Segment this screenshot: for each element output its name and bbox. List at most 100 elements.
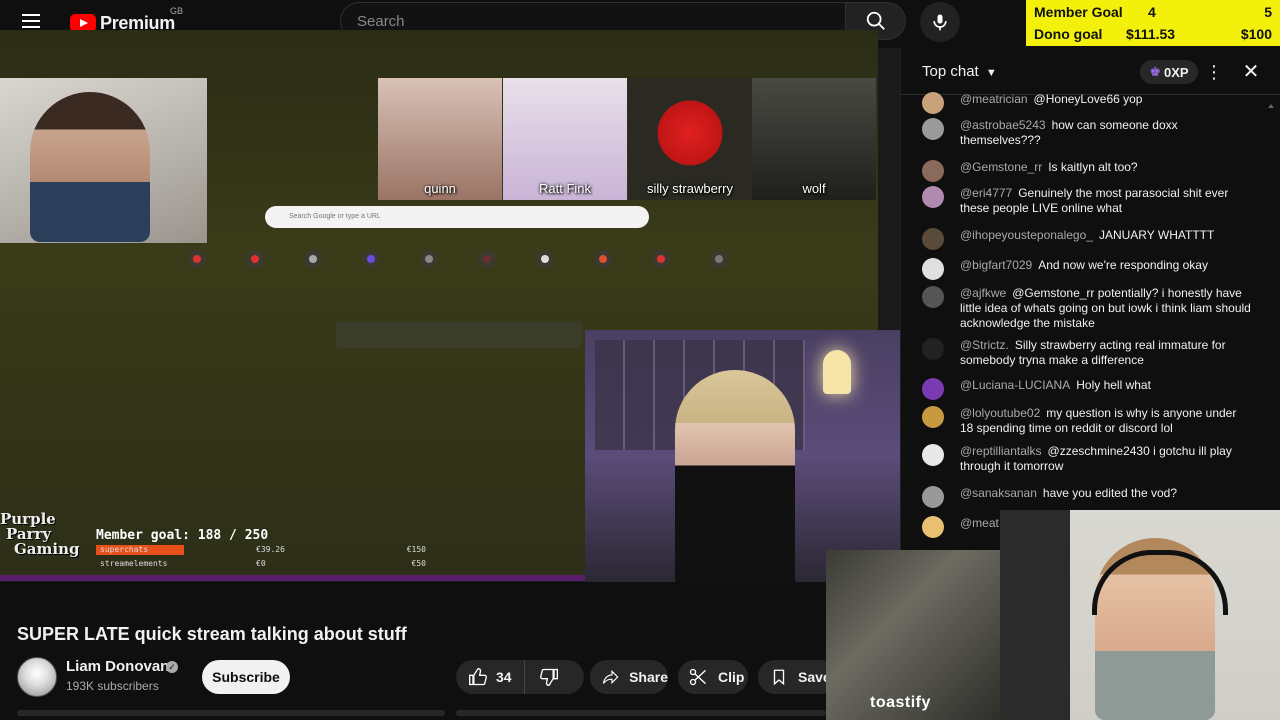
hamburger-line [22, 26, 40, 28]
chat-message-body: @ajfkwe @Gemstone_rr potentially? i hones… [960, 286, 1252, 331]
chat-username[interactable]: @lolyoutube02 [960, 406, 1040, 420]
chat-avatar[interactable] [922, 516, 944, 538]
scroll-up-icon[interactable] [1268, 96, 1274, 108]
avatar-name: silly strawberry [647, 181, 733, 196]
chat-avatar[interactable] [922, 378, 944, 400]
add-shortcut-icon [710, 250, 728, 268]
like-button[interactable]: 34 [456, 660, 525, 694]
chat-username[interactable]: @ajfkwe [960, 286, 1006, 300]
chat-avatar[interactable] [922, 406, 944, 428]
shortcut-icon [246, 250, 264, 268]
chat-message-body: @Luciana-LUCIANA Holy hell what [960, 378, 1252, 393]
stream-bottom-strip [0, 575, 585, 581]
xp-value: 0XP [1164, 64, 1189, 80]
chat-avatar[interactable] [922, 186, 944, 208]
search-icon [866, 11, 885, 30]
chat-mode-label: Top chat [922, 63, 979, 80]
search-input[interactable] [355, 11, 845, 31]
avatar-name: wolf [802, 181, 826, 196]
like-count: 34 [496, 669, 512, 685]
mic-icon [933, 14, 947, 31]
share-button[interactable]: Share [590, 660, 668, 694]
dislike-button[interactable] [525, 660, 573, 694]
thumbs-down-icon [539, 668, 558, 687]
clip-button[interactable]: Clip [678, 660, 748, 694]
chat-avatar[interactable] [922, 118, 944, 140]
chat-message-body: @Gemstone_rr Is kaitlyn alt too? [960, 160, 1252, 175]
webcam-right [585, 330, 900, 582]
avatar-name: quinn [424, 181, 456, 196]
avatar-card: silly strawberry [628, 78, 752, 200]
chat-username[interactable]: @eri4777 [960, 186, 1012, 200]
browser-notice [336, 322, 582, 348]
chat-avatar[interactable] [922, 228, 944, 250]
stream-brand-logo: Purple Parry Gaming [0, 512, 96, 576]
chat-message-body: @astrobae5243 how can someone doxx themse… [960, 118, 1252, 148]
chat-message-body: @reptilliantalks @zzeschmine2430 i gotchu… [960, 444, 1252, 474]
shortcut-icon [652, 250, 670, 268]
chat-avatar[interactable] [922, 486, 944, 508]
chat-text: Holy hell what [1076, 378, 1151, 392]
thumbs-up-icon [469, 667, 488, 686]
chat-username[interactable]: @Strictz. [960, 338, 1009, 352]
chat-avatar[interactable] [922, 286, 944, 308]
chat-message-body: @meatrician @HoneyLove66 yop [960, 92, 1252, 107]
chat-message-body: @sanaksanan have you edited the vod? [960, 486, 1252, 501]
facecam-overlay [1000, 510, 1280, 720]
browser-search-bar: Search Google or type a URL [265, 206, 649, 228]
shortcut-icon [188, 250, 206, 268]
subscriber-count: 193K subscribers [66, 679, 159, 693]
goal-row-target: €150 [406, 545, 426, 554]
goal-row-target: €50 [411, 559, 426, 568]
chat-username[interactable]: @astrobae5243 [960, 118, 1046, 132]
more-options-icon[interactable]: ⋮ [1205, 60, 1223, 84]
goal-row: superchats €39.26 €150 [96, 545, 432, 555]
chat-username[interactable]: @ihopeyousteponalego_ [960, 228, 1093, 242]
chat-avatar[interactable] [922, 92, 944, 114]
shortcut-icon [304, 250, 322, 268]
description-placeholder [456, 710, 826, 716]
share-icon [602, 669, 619, 685]
chat-username[interactable]: @reptilliantalks [960, 444, 1042, 458]
chat-message-body: @lolyoutube02 my question is why is anyon… [960, 406, 1252, 436]
chat-mode-dropdown[interactable]: Top chat ▼ [922, 63, 997, 80]
voice-search-button[interactable] [920, 2, 960, 42]
goal-row-label: streamelements [100, 559, 168, 568]
chat-username[interactable]: @bigfart7029 [960, 258, 1032, 272]
chat-avatar[interactable] [922, 338, 944, 360]
share-label: Share [629, 669, 668, 685]
bookmark-icon [773, 669, 785, 686]
chat-text: Is kaitlyn alt too? [1048, 160, 1138, 174]
chat-username[interactable]: @meatrician [960, 92, 1028, 106]
subscribe-button[interactable]: Subscribe [202, 660, 290, 694]
sticker-label: toastify [870, 694, 931, 711]
crown-icon: ♚ [1149, 64, 1162, 79]
chat-avatar[interactable] [922, 258, 944, 280]
avatar-card: Ratt Fink [503, 78, 627, 200]
chat-username[interactable]: @Gemstone_rr [960, 160, 1042, 174]
video-title: SUPER LATE quick stream talking about st… [17, 624, 407, 644]
channel-avatar[interactable] [17, 657, 57, 697]
goal-overlay: Member Goal 4 5 Dono goal $111.53 $100 [1026, 0, 1280, 46]
channel-name[interactable]: Liam Donovan [66, 658, 169, 675]
dono-goal-target: $100 [1240, 26, 1272, 42]
like-dislike-group: 34 [456, 660, 584, 694]
chat-message-list[interactable]: @meatrician @HoneyLove66 yop @astrobae5243… [900, 90, 1260, 550]
chat-username[interactable]: @Luciana-LUCIANA [960, 378, 1070, 392]
hamburger-line [22, 20, 40, 22]
goal-row: streamelements €0 €50 [96, 559, 432, 569]
chat-avatar[interactable] [922, 160, 944, 182]
shortcut-icon [536, 250, 554, 268]
chevron-down-icon: ▼ [985, 67, 997, 79]
verified-icon: ✓ [166, 661, 178, 673]
xp-badge[interactable]: ♚ 0XP [1140, 60, 1198, 84]
member-goal-target: 5 [1264, 4, 1272, 20]
clip-label: Clip [718, 669, 745, 685]
chat-username[interactable]: @sanaksanan [960, 486, 1037, 500]
streamer-figure [675, 370, 795, 582]
chat-avatar[interactable] [922, 444, 944, 466]
streamer-figure [30, 92, 150, 242]
brand-line: Gaming [14, 540, 80, 558]
close-chat-icon[interactable]: ✕ [1240, 60, 1262, 84]
chat-username[interactable]: @meat [960, 516, 999, 530]
